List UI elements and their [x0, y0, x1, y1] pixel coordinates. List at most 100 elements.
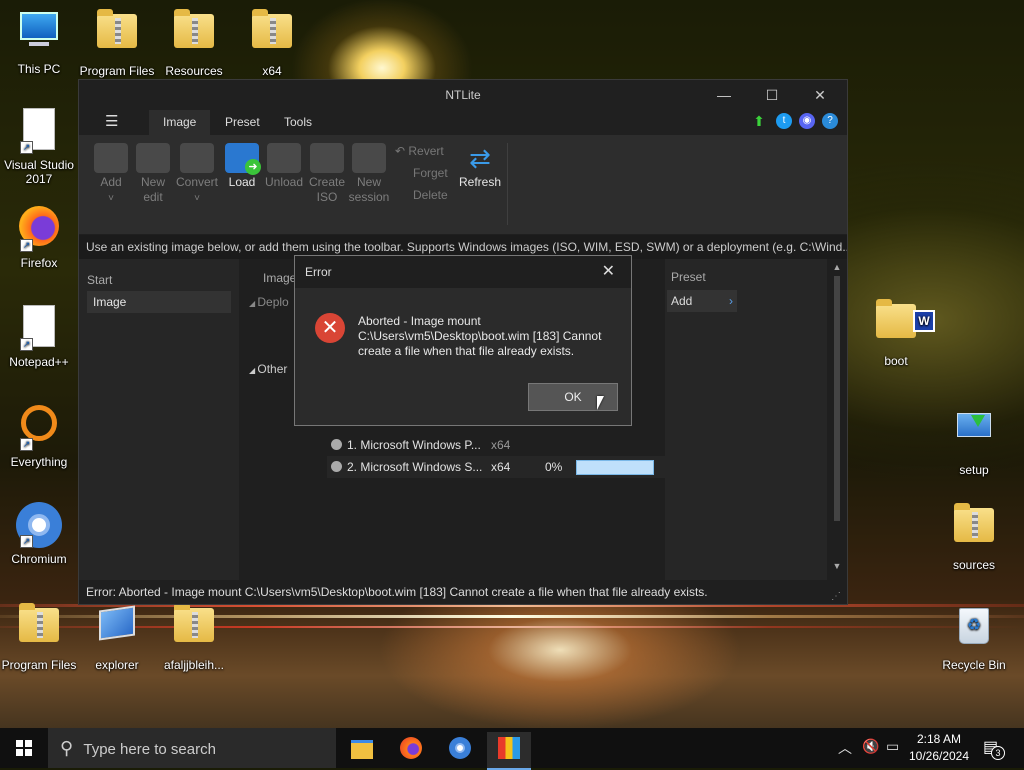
- volume-muted-icon[interactable]: 🔇: [862, 738, 879, 755]
- maximize-button[interactable]: ☐: [749, 84, 795, 106]
- discord-icon[interactable]: ◉: [799, 113, 815, 129]
- desktop-icon-program-files-2[interactable]: Program Files: [0, 602, 78, 672]
- desktop-icon-boot[interactable]: W boot: [857, 298, 935, 368]
- desktop-icon-label: Recycle Bin: [942, 658, 1006, 672]
- desktop-icon-notepadpp[interactable]: ↗ Notepad++: [0, 303, 78, 369]
- desktop-icon-this-pc[interactable]: This PC: [0, 8, 78, 76]
- mouse-cursor-icon: [597, 396, 604, 410]
- tab-tools[interactable]: Tools: [270, 110, 326, 135]
- desktop-icon-label: x64: [262, 64, 282, 78]
- resize-grip-icon[interactable]: ⋰: [831, 591, 841, 602]
- wim-badge-icon: W: [913, 310, 935, 332]
- desktop-icon-label: sources: [952, 558, 996, 572]
- desktop-icon-sources[interactable]: sources: [935, 502, 1013, 572]
- ok-button[interactable]: OK: [528, 383, 618, 411]
- refresh-button[interactable]: ⇄ Refresh: [457, 143, 503, 190]
- hamburger-menu-icon[interactable]: ☰: [105, 112, 118, 130]
- desktop-icon-setup[interactable]: setup: [935, 403, 1013, 477]
- explorer-icon: [94, 605, 140, 654]
- scroll-thumb[interactable]: [834, 276, 840, 521]
- mount-progress-bar: [576, 460, 654, 475]
- error-dialog: Error ✕ ✕ Aborted - Image mount C:\Users…: [294, 255, 632, 426]
- network-icon[interactable]: ▭: [886, 738, 899, 755]
- tab-image[interactable]: Image: [149, 110, 211, 135]
- notification-count: 3: [991, 746, 1005, 760]
- desktop-icon-label: Program Files: [1, 658, 77, 672]
- image-row[interactable]: 1. Microsoft Windows P... x64: [331, 435, 561, 455]
- forget-button[interactable]: Forget: [413, 166, 448, 180]
- scroll-up-icon[interactable]: ▲: [829, 262, 845, 272]
- status-dot-icon: [331, 439, 342, 450]
- convert-button[interactable]: Convert ˅: [174, 143, 220, 206]
- setup-icon: [951, 413, 997, 459]
- desktop-icon-program-files[interactable]: Program Files: [78, 8, 156, 78]
- taskbar-chromium[interactable]: [438, 732, 482, 764]
- vertical-scrollbar[interactable]: ▲ ▼: [829, 262, 845, 580]
- chevron-right-icon: ›: [729, 294, 733, 308]
- dialog-title: Error: [305, 265, 332, 279]
- desktop-icon-label: Program Files: [79, 64, 155, 78]
- folder-icon: [171, 603, 217, 654]
- status-bar: Error: Aborted - Image mount C:\Users\vm…: [79, 580, 847, 604]
- minimize-button[interactable]: —: [701, 84, 747, 106]
- dialog-title-bar[interactable]: Error ✕: [295, 256, 631, 288]
- tree-item-deployments[interactable]: ◢ Deplo: [249, 295, 289, 309]
- add-button[interactable]: Add ˅: [88, 143, 134, 206]
- desktop-icon-label: setup: [959, 463, 989, 477]
- new-edit-button[interactable]: New edit: [130, 143, 176, 205]
- desktop-icon-resources[interactable]: Resources: [155, 8, 233, 78]
- taskbar-file-explorer[interactable]: [340, 732, 384, 764]
- computer-icon: [16, 12, 62, 58]
- create-iso-icon: [310, 143, 344, 173]
- update-arrow-icon[interactable]: ⬆: [751, 113, 767, 129]
- tray-chevron-icon[interactable]: ︿: [838, 738, 852, 758]
- revert-button[interactable]: ↶ Revert: [395, 144, 444, 158]
- recycle-bin-icon: ♻: [951, 608, 997, 654]
- convert-icon: [180, 143, 214, 173]
- firefox-icon: ↗: [16, 206, 62, 252]
- start-item-image[interactable]: Image: [87, 291, 231, 313]
- firefox-icon: [400, 737, 422, 759]
- unload-button[interactable]: Unload: [261, 143, 307, 190]
- revert-icon: ↶: [395, 144, 409, 158]
- taskbar-search[interactable]: ⚲ Type here to search: [48, 728, 336, 768]
- taskbar-ntlite[interactable]: [487, 732, 531, 770]
- title-bar[interactable]: NTLite — ☐ ✕: [79, 80, 847, 108]
- desktop-icon-recycle-bin[interactable]: ♻ Recycle Bin: [935, 602, 1013, 672]
- load-button[interactable]: ➜ Load: [219, 143, 265, 190]
- image-row-selected[interactable]: 2. Microsoft Windows S... x64 0%: [327, 456, 665, 478]
- search-placeholder: Type here to search: [83, 741, 216, 758]
- desktop-icon-explorer[interactable]: explorer: [78, 602, 156, 672]
- clock[interactable]: 2:18 AM 10/26/2024: [905, 731, 973, 765]
- start-header: Start: [87, 273, 113, 287]
- folder-icon: [351, 740, 373, 759]
- twitter-icon[interactable]: t: [776, 113, 792, 129]
- add-icon: [94, 143, 128, 173]
- desktop-icon-afaljjbleih[interactable]: afaljjbleih...: [155, 602, 233, 672]
- new-session-icon: [352, 143, 386, 173]
- delete-button[interactable]: Delete: [413, 188, 448, 202]
- taskbar-firefox[interactable]: [389, 732, 433, 764]
- desktop-icon-x64[interactable]: x64: [233, 8, 311, 78]
- start-button[interactable]: [2, 732, 46, 764]
- close-button[interactable]: ✕: [797, 84, 843, 106]
- folder-icon: [171, 9, 217, 60]
- create-iso-button[interactable]: Create ISO: [304, 143, 350, 205]
- desktop-icon-chromium[interactable]: ↗ Chromium: [0, 502, 78, 566]
- desktop-icon-visual-studio[interactable]: ↗ Visual Studio 2017: [0, 106, 78, 186]
- tree-item-other[interactable]: ◢ Other: [249, 362, 287, 376]
- status-dot-icon: [331, 461, 342, 472]
- new-edit-icon: [136, 143, 170, 173]
- desktop-icon-label: This PC: [17, 62, 61, 76]
- new-session-button[interactable]: New session: [346, 143, 392, 205]
- desktop-icon-firefox[interactable]: ↗ Firefox: [0, 204, 78, 270]
- chromium-icon: ↗: [16, 502, 62, 548]
- preset-add-button[interactable]: Add ›: [667, 290, 737, 312]
- scroll-down-icon[interactable]: ▼: [829, 561, 845, 571]
- notification-center-button[interactable]: ▤ 3: [983, 737, 1005, 760]
- tab-preset[interactable]: Preset: [211, 110, 274, 135]
- dialog-close-button[interactable]: ✕: [602, 256, 615, 288]
- desktop-icon-label: Notepad++: [9, 355, 69, 369]
- help-icon[interactable]: ?: [822, 113, 838, 129]
- desktop-icon-everything[interactable]: ↗ Everything: [0, 403, 78, 469]
